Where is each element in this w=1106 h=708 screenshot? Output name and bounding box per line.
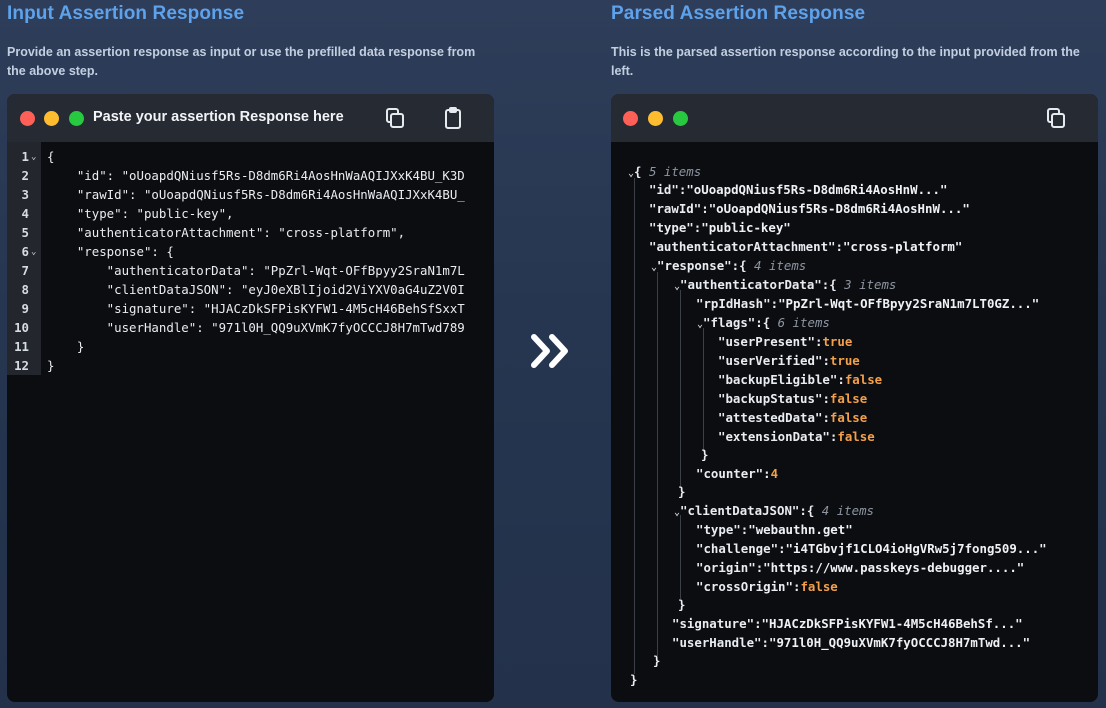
line-number: 12 <box>14 358 29 373</box>
tree-row-cdj-type: "type":"webauthn.get" <box>696 522 853 537</box>
tree-node-root[interactable]: ⌄{ 5 items <box>628 162 701 181</box>
parsed-viewer-window: ⌄{ 5 items "id":"oUoapdQNiusf5Rs-D8dm6Ri… <box>611 94 1098 702</box>
code-line: 1 ⌄ { <box>7 147 494 166</box>
tree-node-response[interactable]: ⌄"response":{ 4 items <box>651 256 806 275</box>
tree-guide-line <box>703 328 704 452</box>
tree-close-brace: } <box>653 653 661 668</box>
input-desc-line-1: Provide an assertion response as input o… <box>7 45 476 59</box>
parsed-panel-title: Parsed Assertion Response <box>611 3 866 24</box>
line-number: 9 <box>21 301 29 316</box>
tree-row-origin: "origin":"https://www.passkeys-debugger.… <box>696 560 1025 575</box>
tree-row-attested-data: "attestedData":false <box>718 410 868 425</box>
code-text: } <box>47 339 85 354</box>
line-number: 8 <box>21 282 29 297</box>
fold-toggle-icon[interactable]: ⌄ <box>31 243 36 262</box>
code-text: { <box>47 149 55 164</box>
tree-row-rawid: "rawId":"oUoapdQNiusf5Rs-D8dm6Ri4AosHnW.… <box>649 201 970 216</box>
code-text: "rawId": "oUoapdQNiusf5Rs-D8dm6Ri4AosHnW… <box>47 187 465 202</box>
tree-row-backup-eligible: "backupEligible":false <box>718 372 883 387</box>
input-editor-window: Paste your assertion Response here 1 ⌄{ 2… <box>7 94 494 702</box>
code-line: 8 "clientDataJSON": "eyJ0eXBlIjoid2ViYXV… <box>7 280 494 299</box>
tree-node-client-data-json[interactable]: ⌄"clientDataJSON":{ 4 items <box>674 501 874 520</box>
parsed-window-titlebar <box>611 94 1098 142</box>
tree-guide-line <box>680 515 681 599</box>
code-line: 2 "id": "oUoapdQNiusf5Rs-D8dm6Ri4AosHnWa… <box>7 166 494 185</box>
tree-guide-line <box>634 178 635 674</box>
code-text: "type": "public-key", <box>47 206 234 221</box>
tree-row-id: "id":"oUoapdQNiusf5Rs-D8dm6Ri4AosHnW..." <box>649 182 948 197</box>
copy-icon[interactable] <box>1044 106 1068 130</box>
code-text: "clientDataJSON": "eyJ0eXBlIjoid2ViYXV0a… <box>47 282 465 297</box>
code-text: "authenticatorAttachment": "cross-platfo… <box>47 225 406 240</box>
json-tree-view: ⌄{ 5 items "id":"oUoapdQNiusf5Rs-D8dm6Ri… <box>611 142 1098 702</box>
tree-row-type: "type":"public-key" <box>649 220 791 235</box>
line-number: 4 <box>21 206 29 221</box>
line-number: 10 <box>14 320 29 335</box>
code-text: "signature": "HJACzDkSFPisKYFW1-4M5cH46B… <box>47 301 465 316</box>
tree-row-counter: "counter":4 <box>696 466 779 481</box>
parsed-desc-line-1: This is the parsed assertion response ac… <box>611 45 1080 59</box>
tree-node-flags[interactable]: ⌄"flags":{ 6 items <box>697 313 830 332</box>
tree-row-rpidhash: "rpIdHash":"PpZrl-Wqt-OFfBpyy2SraN1m7LT0… <box>696 296 1040 311</box>
code-line: 11 } <box>7 337 494 356</box>
input-panel-description: Provide an assertion response as input o… <box>7 43 507 81</box>
parsed-panel-description: This is the parsed assertion response ac… <box>611 43 1105 81</box>
code-line: 9 "signature": "HJACzDkSFPisKYFW1-4M5cH4… <box>7 299 494 318</box>
copy-icon[interactable] <box>383 106 407 130</box>
tree-close-brace: } <box>678 484 686 499</box>
parsed-desc-line-2: left. <box>611 64 634 78</box>
tree-node-authenticator-data[interactable]: ⌄"authenticatorData":{ 3 items <box>674 275 896 294</box>
input-window-title: Paste your assertion Response here <box>93 109 344 125</box>
code-text: "response": { <box>47 244 174 259</box>
code-line: 5 "authenticatorAttachment": "cross-plat… <box>7 223 494 242</box>
tree-row-user-verified: "userVerified":true <box>718 353 860 368</box>
code-editor[interactable]: 1 ⌄{ 2 "id": "oUoapdQNiusf5Rs-D8dm6Ri4Aos… <box>7 142 494 702</box>
line-number: 5 <box>21 225 29 240</box>
tree-close-brace: } <box>701 447 709 462</box>
line-number: 11 <box>14 339 29 354</box>
input-panel-title: Input Assertion Response <box>7 3 245 24</box>
tree-guide-line <box>680 290 681 488</box>
tree-close-brace: } <box>630 672 638 687</box>
tree-row-backup-status: "backupStatus":false <box>718 391 868 406</box>
code-text: "id": "oUoapdQNiusf5Rs-D8dm6Ri4AosHnWaAQ… <box>47 168 465 183</box>
tree-guide-line <box>657 272 658 656</box>
close-dot-icon[interactable] <box>623 111 638 126</box>
close-dot-icon[interactable] <box>20 111 35 126</box>
line-number: 2 <box>21 168 29 183</box>
code-line: 7 "authenticatorData": "PpZrl-Wqt-OFfBpy… <box>7 261 494 280</box>
line-number: 6 <box>21 244 29 259</box>
tree-close-brace: } <box>678 597 686 612</box>
maximize-dot-icon[interactable] <box>673 111 688 126</box>
tree-row-signature: "signature":"HJACzDkSFPisKYFW1-4M5cH46Be… <box>672 616 1023 631</box>
tree-row-user-handle: "userHandle":"971l0H_QQ9uXVmK7fyOCCCJ8H7… <box>672 635 1031 650</box>
fold-toggle-icon[interactable]: ⌄ <box>31 148 36 167</box>
code-line: 3 "rawId": "oUoapdQNiusf5Rs-D8dm6Ri4AosH… <box>7 185 494 204</box>
code-text: "authenticatorData": "PpZrl-Wqt-OFfBpyy2… <box>47 263 465 278</box>
minimize-dot-icon[interactable] <box>648 111 663 126</box>
code-line: 12} <box>7 356 494 375</box>
code-text: } <box>47 358 55 373</box>
code-line: 4 "type": "public-key", <box>7 204 494 223</box>
input-window-titlebar: Paste your assertion Response here <box>7 94 494 142</box>
minimize-dot-icon[interactable] <box>44 111 59 126</box>
tree-row-authenticator-attachment: "authenticatorAttachment":"cross-platfor… <box>649 239 963 254</box>
code-line: 10 "userHandle": "971l0H_QQ9uXVmK7fyOCCC… <box>7 318 494 337</box>
input-desc-line-2: the above step. <box>7 64 98 78</box>
tree-row-cross-origin: "crossOrigin":false <box>696 579 838 594</box>
maximize-dot-icon[interactable] <box>69 111 84 126</box>
line-number: 7 <box>21 263 29 278</box>
code-text: "userHandle": "971l0H_QQ9uXVmK7fyOCCCJ8H… <box>47 320 465 335</box>
code-line: 6 ⌄ "response": { <box>7 242 494 261</box>
tree-row-extension-data: "extensionData":false <box>718 429 875 444</box>
double-chevron-right-icon <box>531 334 568 368</box>
line-number: 1 <box>21 149 29 164</box>
tree-row-user-present: "userPresent":true <box>718 334 853 349</box>
line-number: 3 <box>21 187 29 202</box>
clipboard-icon[interactable] <box>441 106 465 130</box>
tree-row-challenge: "challenge":"i4TGbvjf1CLO4ioHgVRw5j7fong… <box>696 541 1047 556</box>
